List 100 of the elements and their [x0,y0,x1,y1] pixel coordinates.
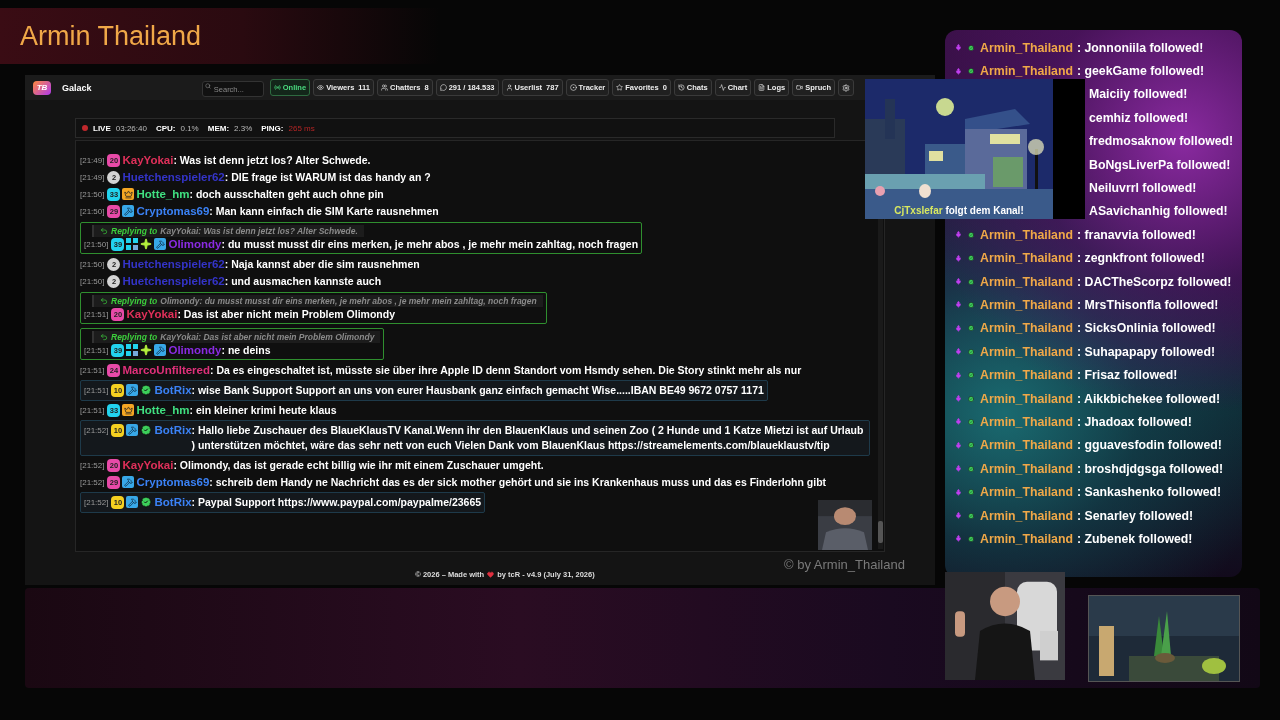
eye-icon [317,84,325,91]
check-icon [967,370,975,381]
timestamp: [21:51] [84,385,109,397]
follow-text: : gguavesfodin followed! [1077,438,1222,453]
timestamp: [21:52] [84,497,109,509]
reply-label: Replying to [111,226,158,236]
stat-value: 265 ms [288,123,315,133]
message-text: : ein kleiner krimi heute klaus [189,403,338,418]
follow-text: : zegnkfront followed! [1077,251,1205,266]
star-icon [616,84,624,91]
username[interactable]: Olimondy [168,237,222,252]
settings-button[interactable] [838,79,854,96]
channel-name: Armin_Thailand [980,531,1073,546]
follow-text: : DACTheScorpz followed! [1077,274,1232,289]
hammer-icon [154,344,167,356]
reply-icon [100,333,108,341]
channel-name: Armin_Thailand [980,485,1073,500]
follow-text: : Aikkbichekee followed! [1077,391,1221,406]
message-text: : wise Bank Support Support an uns von eurer Hausbank ganz einfach gemacht Wise.....IBAN BE49 9672 0757 1171 [191,383,764,398]
timestamp: [21:49] [80,172,105,184]
check-icon [967,510,975,521]
watermark-text: © by Armin_Thailand [784,557,905,572]
check-icon [967,463,975,474]
follow-text: : Frisaz followed! [1077,368,1178,383]
channel-name: Armin_Thailand [980,274,1073,289]
check-icon [967,393,975,404]
username[interactable]: Hotte_hm [136,187,190,202]
channel-name: Armin_Thailand [980,321,1073,336]
check-icon [967,487,975,498]
check-icon [967,276,975,287]
username[interactable]: MarcoUnfiltered [122,363,210,378]
document-icon [758,84,766,91]
channel-name: Armin_Thailand [980,344,1073,359]
alert-caption: CjTxslefar folgt dem Kanal! [893,205,1025,216]
channel-name: Armin_Thailand [980,508,1073,523]
scrollbar-thumb[interactable] [878,521,883,543]
hammer-icon [122,476,135,488]
timestamp: [21:51] [84,309,109,321]
timestamp: [21:51] [80,365,105,377]
quoted-message: KayYokai: Das ist aber nicht mein Problem Olimondy [160,332,375,342]
message-text: : Naja kannst aber die sim rausnehmen [224,257,421,272]
follow-text: BoNgsLiverPa followed! [1089,157,1231,172]
follow-text: : Jhadoax followed! [1077,414,1192,429]
signal-icon [273,84,281,91]
follow-text: : Suhapapapy followed! [1077,344,1215,359]
hammer-icon [126,496,139,508]
username[interactable]: BotRix [154,423,192,438]
username[interactable]: BotRix [154,383,192,398]
stat-label: MEM: [207,123,230,133]
check-icon [967,42,975,53]
timestamp: [21:50] [80,276,105,288]
channel-name: Armin_Thailand [980,64,1073,79]
channel-name: Armin_Thailand [980,438,1073,453]
hammer-icon [154,238,167,250]
history-icon [677,84,685,91]
message-text: : schreib dem Handy ne Nachricht das es der sick mother gehört und sie ins Krankenhaus muss und das es Finderlohn gibt [209,475,828,490]
hammer-icon [126,384,139,396]
channel-name: Armin_Thailand [980,227,1073,242]
follow-text: cemhiz followed! [1089,110,1189,125]
message-text: : Hallo liebe Zuschauer des BlaueKlausTV Kanal.Wenn ihr den BlauenKlaus und seinen Zoo ( 2 Hunde und 1 Katze Mietzi ist auf Urlaub ) unterstützen möchtet, wäre das sehr nett von euch Vielen Dank vom BlauenKlaus https://streamelements.com/blaueklaustv/tip [191,423,865,453]
app-title: Galack [62,82,92,93]
grid-icon [126,238,139,250]
hammer-icon [126,424,139,436]
stat-label: PING: [261,123,284,133]
check-icon [967,229,975,240]
check-icon [967,66,975,77]
message-text: : Das ist aber nicht mein Problem Olimondy [177,307,397,322]
channel-name: Armin_Thailand [980,298,1073,312]
grid-icon [126,344,139,356]
check-icon [967,323,975,334]
check-icon [967,440,975,451]
username[interactable]: BotRix [154,495,192,510]
check-icon [967,346,975,357]
follow-text: : Senarley followed! [1077,508,1194,523]
message-text: : doch ausschalten geht auch ohne pin [189,187,385,202]
follow-text: Maiciiy followed! [1089,87,1188,102]
follow-text: : Sankashenko followed! [1077,485,1222,500]
channel-name: Armin_Thailand [980,461,1073,476]
settings-icon [842,83,850,92]
follow-text: : geekGame followed! [1077,64,1205,79]
username[interactable]: Hotte_hm [136,403,190,418]
pulse-icon [718,84,726,91]
uptime: 03:26:40 [115,123,147,133]
follow-text: : MrsThisonfla followed! [1077,298,1219,312]
quoted-message: KayYokai: Was ist denn jetzt los? Alter Schwede. [160,226,358,236]
timestamp: [21:52] [84,425,109,437]
message-text: : und ausmachen kannste auch [224,274,383,289]
channel-name: Armin_Thailand [980,40,1073,55]
follow-text: fredmosaknow followed! [1089,134,1234,149]
reply-label: Replying to [111,332,158,342]
check-icon [967,416,975,427]
follow-text: ASavichanhig followed! [1089,204,1228,219]
users-icon [381,84,389,91]
channel-name: Armin_Thailand [980,414,1073,429]
message-text: : Was ist denn jetzt los? Alter Schwede. [173,153,372,168]
follow-text: : Zubenek followed! [1077,531,1193,546]
target-icon [569,84,577,91]
reply-icon [100,227,108,235]
live-label: LIVE [93,123,111,133]
username[interactable]: Olimondy [168,343,222,358]
